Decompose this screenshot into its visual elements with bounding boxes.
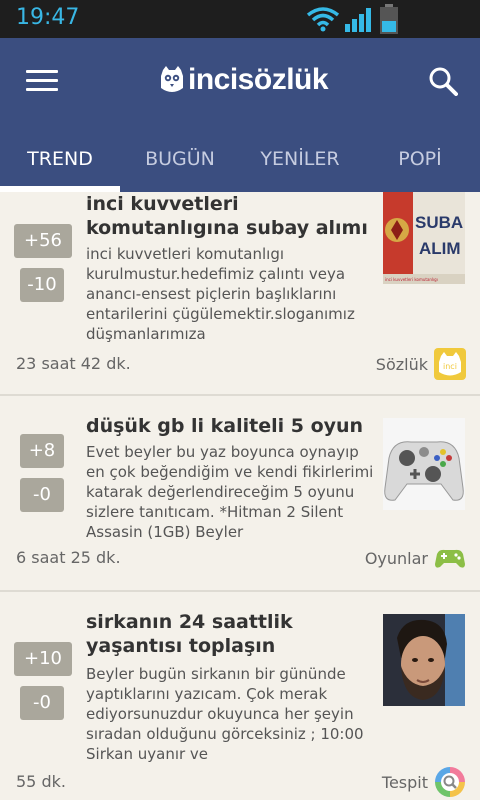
search-icon[interactable] (428, 66, 458, 96)
game-controller-image (383, 418, 465, 510)
channel-label: Oyunlar (364, 548, 428, 568)
tespit-icon (435, 767, 465, 797)
svg-text:inci kuvvetleri komutanlıgı: inci kuvvetleri komutanlıgı (385, 277, 438, 282)
hamburger-menu-icon[interactable] (26, 70, 58, 94)
post-card[interactable]: +8 -0 düşük gb li kaliteli 5 oyun Evet b… (0, 396, 480, 592)
inci-owl-icon: inci (434, 348, 466, 380)
vote-box: +10 -0 (14, 642, 72, 730)
post-title[interactable]: inci kuvvetleri komutanlıgına subay alım… (86, 192, 372, 240)
post-excerpt: Evet beyler bu yaz boyunca oynayıp en ço… (86, 443, 374, 541)
app-logo: incisözlük (160, 60, 329, 100)
downvote-button[interactable]: -0 (20, 686, 64, 720)
downvote-button[interactable]: -10 (20, 268, 64, 302)
upvote-button[interactable]: +8 (20, 434, 64, 468)
post-card[interactable]: +10 -0 sirkanın 24 saattlik yaşantısı to… (0, 592, 480, 800)
status-bar: 19:47 (0, 0, 480, 38)
post-title[interactable]: sirkanın 24 saattlik yaşantısı toplaşın (86, 610, 372, 658)
channel-label: Tespit (381, 772, 428, 792)
app-bar: incisözlük TREND BUGÜN YENİLER POPİ (0, 38, 480, 192)
channel-label: Sözlük (375, 354, 428, 374)
tab-popi[interactable]: POPİ (360, 138, 480, 192)
post-time: 23 saat 42 dk. (16, 354, 131, 373)
svg-text:SUBA: SUBA (415, 213, 463, 232)
post-feed: +56 -10 inci kuvvetleri komutanlıgına su… (0, 192, 480, 800)
post-excerpt: Beyler bugün sirkanın bir gününde yaptık… (86, 665, 364, 763)
clock: 19:47 (16, 5, 80, 30)
svg-text:ALIM: ALIM (419, 239, 461, 258)
vote-box: +8 -0 (14, 434, 72, 522)
post-time: 6 saat 25 dk. (16, 548, 121, 567)
channel-link[interactable]: Oyunlar (365, 542, 466, 574)
tab-bugun[interactable]: BUGÜN (120, 138, 240, 192)
owl-logo-icon (161, 66, 183, 92)
svg-text:inci: inci (443, 362, 457, 371)
recruitment-poster-image: SUBA ALIM inci kuvvetleri komutanlıgı (383, 192, 465, 284)
post-card[interactable]: +56 -10 inci kuvvetleri komutanlıgına su… (0, 192, 480, 396)
tab-bar: TREND BUGÜN YENİLER POPİ (0, 138, 480, 192)
post-time: 55 dk. (16, 772, 66, 791)
post-thumbnail[interactable] (383, 418, 465, 510)
post-excerpt: inci kuvvetleri komutanlıgı kurulmustur.… (86, 245, 355, 343)
tab-yeniler[interactable]: YENİLER (240, 138, 360, 192)
brand-name: incisözlük (188, 63, 329, 96)
post-thumbnail[interactable] (383, 614, 465, 706)
gamepad-icon (435, 549, 465, 568)
tab-trend[interactable]: TREND (0, 138, 120, 192)
downvote-button[interactable]: -0 (20, 478, 64, 512)
person-photo (383, 614, 465, 706)
post-title[interactable]: düşük gb li kaliteli 5 oyun (86, 414, 372, 438)
post-thumbnail[interactable]: SUBA ALIM inci kuvvetleri komutanlıgı (383, 192, 465, 284)
upvote-button[interactable]: +10 (14, 642, 72, 676)
upvote-button[interactable]: +56 (14, 224, 72, 258)
channel-link[interactable]: Tespit (382, 766, 466, 798)
vote-box: +56 -10 (14, 224, 72, 312)
channel-link[interactable]: Sözlük inci (376, 348, 466, 380)
